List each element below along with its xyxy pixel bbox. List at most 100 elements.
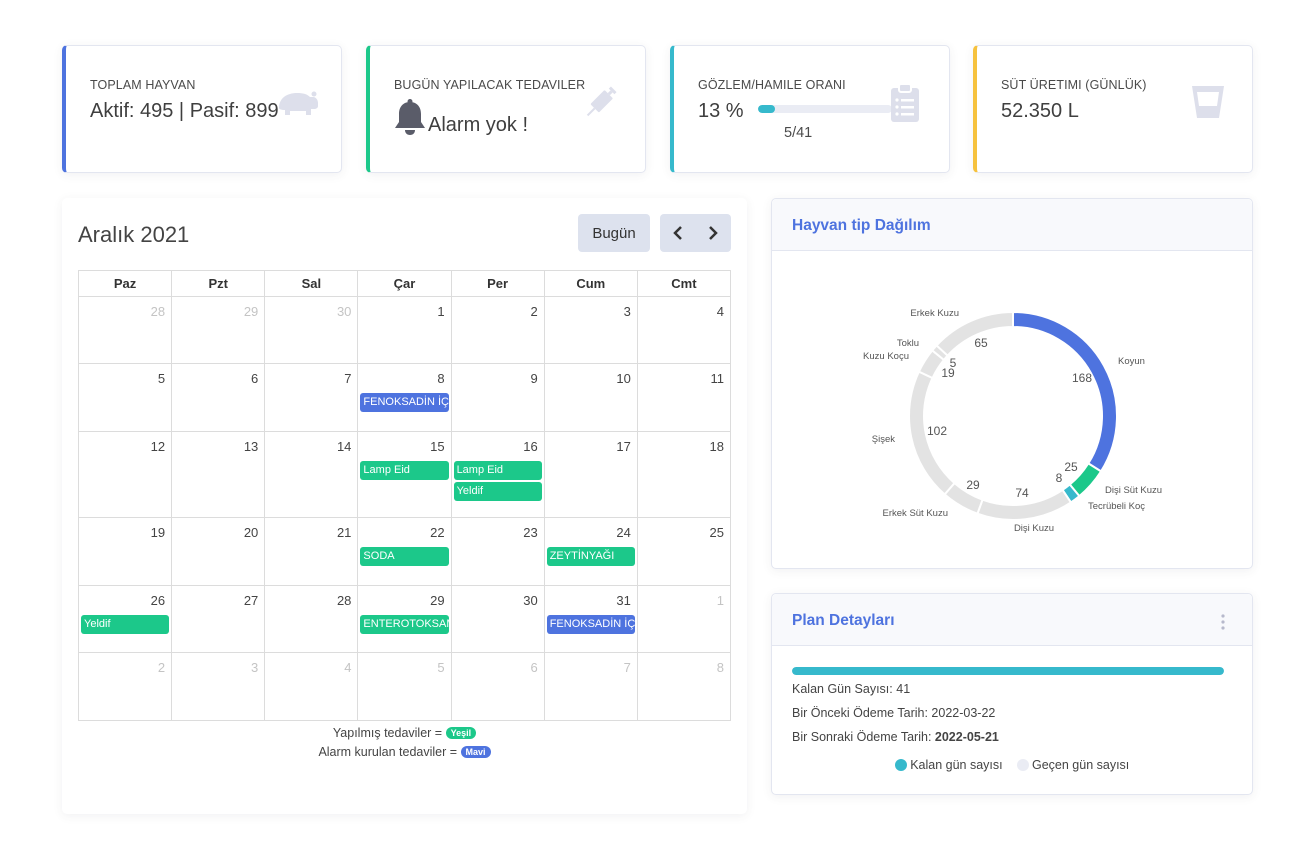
day-number[interactable]: 1	[717, 593, 724, 608]
day-number[interactable]: 4	[344, 660, 351, 675]
calendar-event[interactable]: FENOKSADİN İÇ P	[546, 615, 635, 634]
day-number[interactable]: 3	[624, 304, 631, 319]
day-number[interactable]: 26	[151, 593, 165, 608]
day-number[interactable]: 18	[710, 439, 724, 454]
day-number[interactable]: 29	[430, 593, 444, 608]
calendar-day-cell[interactable]: 17	[544, 432, 638, 518]
calendar-day-cell[interactable]: 29	[172, 297, 266, 364]
calendar-day-cell[interactable]: 16 Lamp Eid Yeldif	[451, 432, 545, 518]
day-number[interactable]: 14	[337, 439, 351, 454]
calendar-day-cell[interactable]: 30	[451, 586, 545, 653]
day-number[interactable]: 30	[337, 304, 351, 319]
day-number[interactable]: 29	[244, 304, 258, 319]
day-number[interactable]: 27	[244, 593, 258, 608]
day-number[interactable]: 6	[251, 371, 258, 386]
calendar-event[interactable]: ENTEROTOKSAMI	[360, 615, 449, 634]
day-number[interactable]: 16	[523, 439, 537, 454]
calendar-day-cell[interactable]: 26 Yeldif	[79, 586, 173, 653]
calendar-day-cell[interactable]: 24 ZEYTİNYAĞI	[544, 518, 638, 586]
day-number[interactable]: 15	[430, 439, 444, 454]
calendar-day-cell[interactable]: 23	[451, 518, 545, 586]
day-number[interactable]: 23	[523, 525, 537, 540]
day-number[interactable]: 5	[437, 660, 444, 675]
calendar-day-cell[interactable]: 1	[637, 586, 731, 653]
calendar-day-cell[interactable]: 5	[358, 653, 452, 721]
calendar-day-cell[interactable]: 6	[172, 364, 266, 432]
day-number[interactable]: 20	[244, 525, 258, 540]
day-number[interactable]: 24	[616, 525, 630, 540]
day-number[interactable]: 8	[717, 660, 724, 675]
more-vertical-icon[interactable]	[1220, 614, 1226, 630]
day-number[interactable]: 22	[430, 525, 444, 540]
calendar-day-cell[interactable]: 3	[172, 653, 266, 721]
calendar-day-cell[interactable]: 13	[172, 432, 266, 518]
calendar-day-cell[interactable]: 30	[265, 297, 359, 364]
calendar-day-cell[interactable]: 8 FENOKSADİN İÇ P	[358, 364, 452, 432]
calendar-day-cell[interactable]: 28	[79, 297, 173, 364]
day-number[interactable]: 6	[530, 660, 537, 675]
day-number[interactable]: 2	[158, 660, 165, 675]
day-number[interactable]: 5	[158, 371, 165, 386]
calendar-day-cell[interactable]: 6	[451, 653, 545, 721]
day-number[interactable]: 3	[251, 660, 258, 675]
day-number[interactable]: 19	[151, 525, 165, 540]
day-number[interactable]: 21	[337, 525, 351, 540]
day-number[interactable]: 28	[337, 593, 351, 608]
day-number[interactable]: 12	[151, 439, 165, 454]
calendar-event[interactable]: SODA	[360, 547, 449, 566]
chevron-right-icon[interactable]	[706, 225, 720, 241]
calendar-event[interactable]: Lamp Eid	[453, 461, 542, 480]
calendar-day-cell[interactable]: 22 SODA	[358, 518, 452, 586]
donut-slice[interactable]	[1012, 310, 1118, 473]
calendar-day-cell[interactable]: 8	[637, 653, 731, 721]
calendar-day-cell[interactable]: 1	[358, 297, 452, 364]
day-number[interactable]: 28	[151, 304, 165, 319]
calendar-day-cell[interactable]: 14	[265, 432, 359, 518]
calendar-day-cell[interactable]: 15 Lamp Eid	[358, 432, 452, 518]
calendar-day-cell[interactable]: 4	[637, 297, 731, 364]
calendar-day-cell[interactable]: 10	[544, 364, 638, 432]
slice-label: Koyun	[1118, 356, 1145, 367]
calendar-day-cell[interactable]: 2	[451, 297, 545, 364]
calendar-event[interactable]: FENOKSADİN İÇ P	[360, 393, 449, 412]
calendar-event[interactable]: Lamp Eid	[360, 461, 449, 480]
day-number[interactable]: 7	[344, 371, 351, 386]
today-button[interactable]: Bugün	[578, 214, 650, 252]
calendar-day-cell[interactable]: 20	[172, 518, 266, 586]
calendar-day-cell[interactable]: 31 FENOKSADİN İÇ P	[544, 586, 638, 653]
calendar-day-cell[interactable]: 27	[172, 586, 266, 653]
calendar-event[interactable]: Yeldif	[453, 482, 542, 501]
calendar-day-cell[interactable]: 4	[265, 653, 359, 721]
day-number[interactable]: 8	[437, 371, 444, 386]
calendar-day-cell[interactable]: 7	[265, 364, 359, 432]
calendar-day-cell[interactable]: 18	[637, 432, 731, 518]
day-number[interactable]: 7	[624, 660, 631, 675]
day-number[interactable]: 17	[616, 439, 630, 454]
calendar-day-cell[interactable]: 2	[79, 653, 173, 721]
calendar-day-cell[interactable]: 7	[544, 653, 638, 721]
calendar-day-cell[interactable]: 21	[265, 518, 359, 586]
day-number[interactable]: 13	[244, 439, 258, 454]
calendar-day-cell[interactable]: 12	[79, 432, 173, 518]
chevron-left-icon[interactable]	[671, 225, 685, 241]
calendar-event[interactable]: ZEYTİNYAĞI	[546, 547, 635, 566]
weekday-5: Cum	[544, 271, 638, 297]
calendar-event[interactable]: Yeldif	[81, 615, 170, 634]
day-number[interactable]: 30	[523, 593, 537, 608]
day-number[interactable]: 11	[710, 371, 724, 386]
day-number[interactable]: 4	[717, 304, 724, 319]
calendar-day-cell[interactable]: 25	[637, 518, 731, 586]
calendar-day-cell[interactable]: 28	[265, 586, 359, 653]
calendar-day-cell[interactable]: 19	[79, 518, 173, 586]
calendar-day-cell[interactable]: 9	[451, 364, 545, 432]
day-number[interactable]: 31	[616, 593, 630, 608]
day-number[interactable]: 10	[616, 371, 630, 386]
day-number[interactable]: 1	[437, 304, 444, 319]
calendar-day-cell[interactable]: 5	[79, 364, 173, 432]
calendar-day-cell[interactable]: 11	[637, 364, 731, 432]
calendar-day-cell[interactable]: 3	[544, 297, 638, 364]
day-number[interactable]: 25	[710, 525, 724, 540]
day-number[interactable]: 2	[530, 304, 537, 319]
day-number[interactable]: 9	[530, 371, 537, 386]
calendar-day-cell[interactable]: 29 ENTEROTOKSAMI	[358, 586, 452, 653]
